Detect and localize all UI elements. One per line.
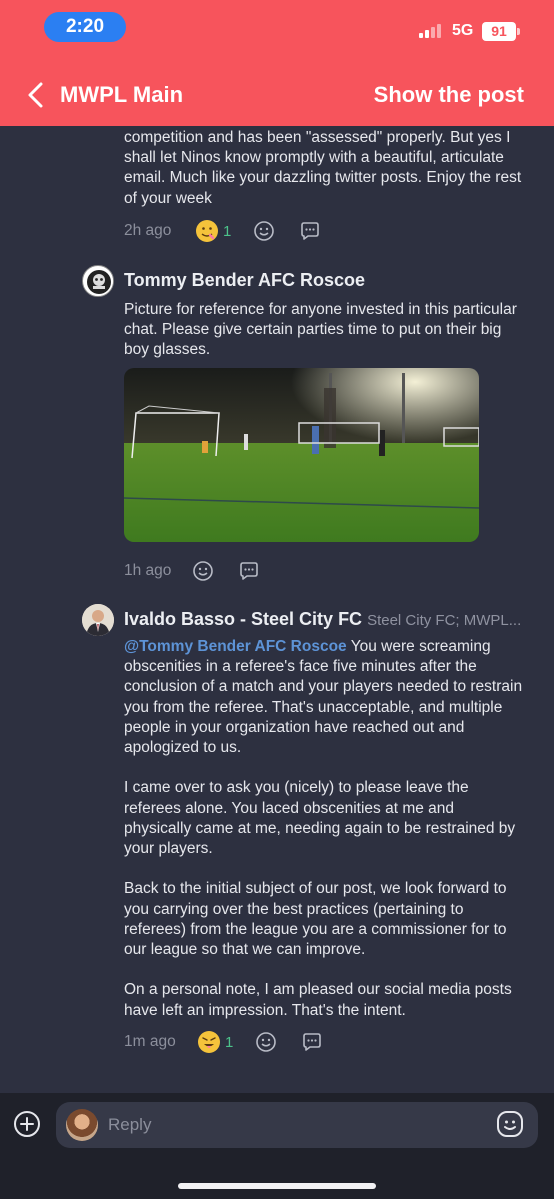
mention-link[interactable]: @Tommy Bender AFC Roscoe: [124, 638, 347, 655]
show-post-button[interactable]: Show the post: [374, 82, 524, 108]
message-text: Back to the initial subject of our post,…: [124, 880, 507, 959]
message-body: @Tommy Bender AFC Roscoe You were scream…: [124, 637, 524, 1021]
avatar: [66, 1109, 98, 1141]
attached-photo[interactable]: [124, 368, 479, 542]
message-text: I came over to ask you (nicely) to pleas…: [124, 779, 516, 858]
smiley-icon[interactable]: [255, 1031, 277, 1053]
emoji-icon[interactable]: [496, 1110, 524, 1138]
reaction-emoji-icon[interactable]: [198, 1031, 220, 1053]
comment-icon[interactable]: [299, 220, 321, 242]
author-affiliation: Steel City FC; MWPL...: [367, 612, 522, 629]
reaction-emoji-icon[interactable]: [196, 220, 218, 242]
message-text: Picture for reference for anyone investe…: [124, 301, 517, 359]
comment-icon[interactable]: [238, 560, 260, 582]
message-text: On a personal note, I am pleased our soc…: [124, 981, 512, 1019]
message-timestamp: 1m ago: [124, 1033, 176, 1050]
message-timestamp: 1h ago: [124, 562, 172, 579]
comment-icon[interactable]: [301, 1031, 323, 1053]
battery-icon: 91: [482, 22, 516, 41]
network-label: 5G: [452, 22, 474, 39]
plus-icon[interactable]: [13, 1110, 41, 1138]
message-body: competition and has been "assessed" prop…: [124, 128, 524, 209]
smiley-icon[interactable]: [253, 220, 275, 242]
author-name[interactable]: Ivaldo Basso - Steel City FC Steel City …: [124, 609, 521, 630]
message-text: competition and has been "assessed" prop…: [124, 129, 522, 207]
avatar[interactable]: [82, 265, 114, 297]
app-header: 2:20 5G 91 MWPL Main Show the post: [0, 0, 554, 126]
smiley-icon[interactable]: [192, 560, 214, 582]
author-name[interactable]: Tommy Bender AFC Roscoe: [124, 270, 365, 291]
page-title[interactable]: MWPL Main: [60, 82, 183, 108]
author-name-text: Ivaldo Basso - Steel City FC: [124, 609, 363, 629]
home-indicator: [178, 1183, 376, 1189]
back-chevron-icon[interactable]: [24, 80, 50, 110]
reaction-count: 1: [223, 223, 232, 240]
avatar[interactable]: [82, 604, 114, 636]
reaction-count: 1: [225, 1034, 234, 1051]
message-body: Picture for reference for anyone investe…: [124, 300, 524, 361]
battery-tip: [517, 28, 520, 35]
message-timestamp: 2h ago: [124, 222, 172, 239]
reply-input[interactable]: [108, 1113, 468, 1137]
status-time: 2:20: [44, 12, 126, 42]
signal-icon: [419, 24, 445, 38]
message-text: You were screaming obscenities in a refe…: [124, 638, 523, 757]
